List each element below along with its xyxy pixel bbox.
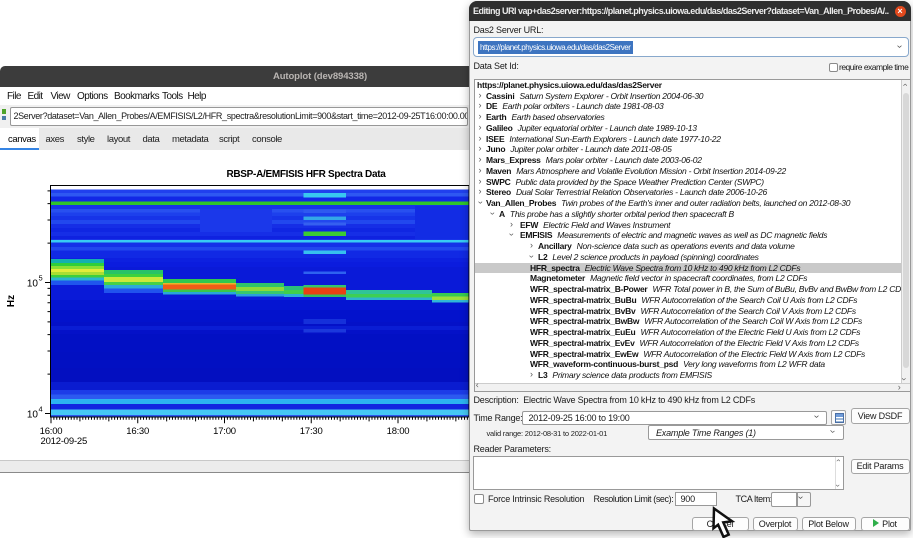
svg-text:16:30: 16:30 (126, 426, 149, 437)
svg-text:10: 10 (27, 279, 39, 290)
svg-text:17:00: 17:00 (213, 426, 236, 437)
svg-text:18:00: 18:00 (387, 426, 410, 437)
svg-text:17:30: 17:30 (300, 426, 323, 437)
svg-text:RBSP-A/EMFISIS HFR Spectra Dat: RBSP-A/EMFISIS HFR Spectra Data (226, 169, 386, 180)
svg-text:4: 4 (39, 405, 43, 414)
svg-text:10: 10 (27, 410, 39, 421)
svg-text:5: 5 (39, 274, 43, 283)
svg-text:2012-09-25: 2012-09-25 (41, 436, 88, 447)
svg-text:Hz: Hz (6, 295, 17, 307)
